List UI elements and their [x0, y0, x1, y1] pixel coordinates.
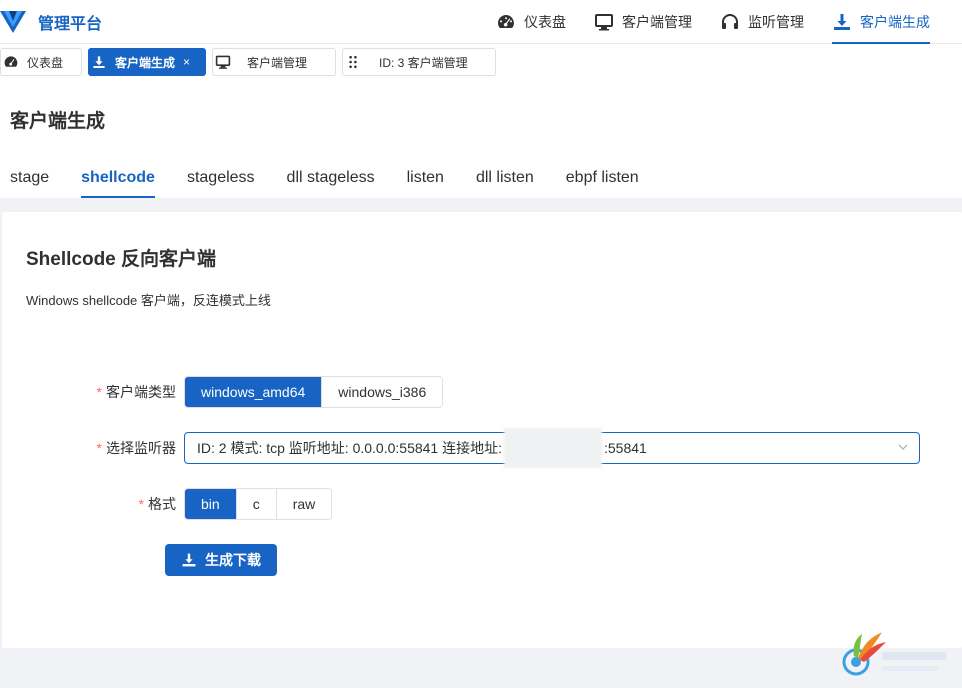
page-tabs-bar: 仪表盘 客户端生成 × 客户端管理 ID: 3 客户端管理 — [0, 44, 962, 76]
listener-value-prefix: ID: 2 模式: tcp 监听地址: 0.0.0.0:55841 连接地址: — [197, 440, 502, 456]
page-tab-label: 客户端管理 — [247, 55, 308, 70]
format-selector: bin c raw — [184, 488, 333, 520]
subtab-shellcode[interactable]: shellcode — [81, 168, 155, 198]
redacted-address — [504, 428, 602, 468]
app-title: 管理平台 — [38, 15, 103, 33]
footer-strip — [0, 648, 962, 688]
dashboard-icon — [4, 56, 18, 67]
required-mark: * — [96, 440, 102, 456]
generate-label: 生成下载 — [205, 552, 261, 568]
page-tab-label: 客户端生成 — [115, 55, 176, 70]
form-row-listener: * 选择监听器 ID: 2 模式: tcp 监听地址: 0.0.0.0:55841… — [2, 428, 920, 468]
page-tab-dashboard[interactable]: 仪表盘 — [0, 48, 82, 76]
page-tab-client-generate[interactable]: 客户端生成 × — [88, 48, 206, 76]
page-tab-label: ID: 3 客户端管理 — [379, 55, 468, 70]
nav-item-dashboard[interactable]: 仪表盘 — [482, 0, 580, 44]
nav-label: 监听管理 — [748, 14, 804, 30]
page-title: 客户端生成 — [10, 111, 106, 132]
watermark-logo-icon — [842, 632, 946, 676]
listener-select[interactable]: ID: 2 模式: tcp 监听地址: 0.0.0.0:55841 连接地址: … — [184, 428, 920, 468]
subtabs: stage shellcode stageless dll stageless … — [10, 168, 671, 198]
download-icon — [834, 14, 850, 30]
nav-item-client-manage[interactable]: 客户端管理 — [580, 0, 706, 44]
logo[interactable]: 管理平台 — [0, 9, 102, 35]
client-type-label: * 客户端类型 — [96, 384, 176, 400]
card-description: Windows shellcode 客户端，反连模式上线 — [26, 293, 271, 308]
format-label: * 格式 — [138, 496, 176, 512]
required-mark: * — [138, 496, 144, 512]
page-tab-client-detail[interactable]: ID: 3 客户端管理 — [342, 48, 496, 76]
subtab-stageless[interactable]: stageless — [187, 168, 255, 198]
client-type-selector: windows_amd64 windows_i386 — [184, 376, 444, 408]
monitor-icon — [215, 55, 231, 69]
grip-icon — [349, 55, 357, 69]
nav-label: 仪表盘 — [524, 14, 566, 30]
page-tab-client-manage[interactable]: 客户端管理 — [212, 48, 336, 76]
top-nav: 仪表盘 客户端管理 监听管理 客户端生成 — [482, 0, 944, 44]
monitor-icon — [595, 14, 613, 31]
nav-label: 客户端管理 — [622, 14, 692, 30]
option-windows-i386[interactable]: windows_i386 — [321, 377, 443, 407]
option-raw[interactable]: raw — [275, 489, 332, 519]
shellcode-card: Shellcode 反向客户端 Windows shellcode 客户端，反连… — [2, 212, 962, 648]
subtab-ebpf-listen[interactable]: ebpf listen — [566, 168, 639, 198]
listener-value-suffix: :55841 — [604, 440, 647, 456]
nav-item-listener-manage[interactable]: 监听管理 — [706, 0, 818, 44]
subtab-stage[interactable]: stage — [10, 168, 49, 198]
dashboard-icon — [498, 15, 514, 28]
option-c[interactable]: c — [235, 489, 276, 519]
form-row-format: * 格式 bin c raw — [2, 488, 333, 520]
chevron-down-icon — [898, 444, 908, 450]
subtab-listen[interactable]: listen — [407, 168, 444, 198]
page-header: 客户端生成 stage shellcode stageless dll stag… — [0, 76, 962, 198]
page-tab-label: 仪表盘 — [27, 55, 64, 70]
headphones-icon — [722, 14, 738, 29]
nav-label: 客户端生成 — [860, 14, 930, 30]
logo-icon — [0, 10, 26, 33]
download-icon — [182, 553, 196, 567]
generate-download-button[interactable]: 生成下载 — [165, 544, 277, 576]
required-mark: * — [96, 384, 102, 400]
close-icon[interactable]: × — [183, 55, 190, 69]
option-windows-amd64[interactable]: windows_amd64 — [185, 377, 322, 407]
subtab-dll-stageless[interactable]: dll stageless — [287, 168, 375, 198]
nav-item-client-generate[interactable]: 客户端生成 — [818, 0, 944, 44]
card-title: Shellcode 反向客户端 — [26, 249, 217, 270]
option-bin[interactable]: bin — [185, 489, 236, 519]
form-row-client-type: * 客户端类型 windows_amd64 windows_i386 — [2, 376, 444, 408]
subtab-dll-listen[interactable]: dll listen — [476, 168, 534, 198]
download-icon — [93, 56, 105, 68]
listener-label: * 选择监听器 — [96, 440, 176, 456]
top-header: 管理平台 仪表盘 客户端管理 监听管理 客户端生成 — [0, 0, 962, 44]
